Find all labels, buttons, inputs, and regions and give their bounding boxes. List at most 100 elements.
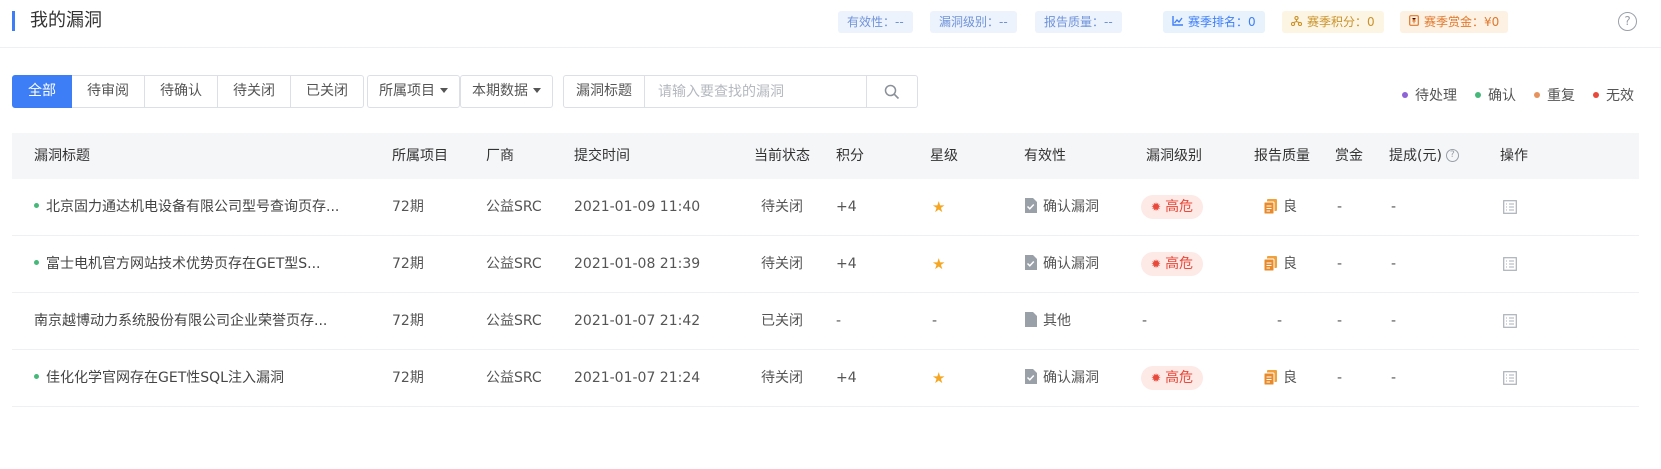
document-check-icon bbox=[1025, 368, 1037, 384]
quality-cell: - bbox=[1277, 313, 1283, 329]
commission-cell: - bbox=[1391, 313, 1397, 329]
vuln-title: 南京越博动力系统股份有限公司企业荣誉页存... bbox=[34, 313, 328, 329]
document-check-icon bbox=[1025, 254, 1037, 270]
vuln-title-cell[interactable]: 北京固力通达机电设备有限公司型号查询页存... bbox=[34, 179, 339, 236]
search-group: 漏洞标题 bbox=[563, 75, 918, 108]
status-cell: 已关闭 bbox=[761, 313, 803, 329]
period-dropdown[interactable]: 本期数据 bbox=[460, 75, 553, 108]
quality-text: 良 bbox=[1283, 370, 1297, 386]
legend-label: 重复 bbox=[1547, 88, 1575, 104]
document-check-icon bbox=[1025, 197, 1037, 213]
season-score-text: 赛季积分：0 bbox=[1307, 15, 1375, 29]
report-quality-icon bbox=[1264, 369, 1277, 385]
document-icon bbox=[1025, 311, 1037, 327]
purple-dot-icon bbox=[1402, 92, 1408, 98]
level-stat: 漏洞级别：-- bbox=[930, 11, 1017, 33]
legend-label: 待处理 bbox=[1415, 88, 1457, 104]
tab-pending-review[interactable]: 待审阅 bbox=[71, 75, 145, 108]
col-vendor: 厂商 bbox=[486, 148, 514, 164]
tab-all[interactable]: 全部 bbox=[12, 75, 72, 108]
project-cell: 72期 bbox=[392, 313, 424, 329]
report-quality-icon bbox=[1264, 198, 1277, 214]
title-accent-bar bbox=[12, 11, 15, 31]
score-cell: +4 bbox=[836, 370, 857, 386]
report-quality-icon bbox=[1264, 255, 1277, 271]
legend-invalid: 无效 bbox=[1593, 85, 1634, 105]
level-badge: ✹ 高危 bbox=[1141, 195, 1204, 219]
tab-pending-confirm[interactable]: 待确认 bbox=[144, 75, 218, 108]
validity-text: 其他 bbox=[1043, 313, 1071, 329]
table-row[interactable]: 南京越博动力系统股份有限公司企业荣誉页存... 72期 公益SRC 2021-0… bbox=[12, 293, 1639, 350]
project-cell: 72期 bbox=[392, 370, 424, 386]
level-cell: ✹ 高危 bbox=[1141, 236, 1204, 293]
network-icon bbox=[1290, 12, 1303, 34]
status-dot-icon bbox=[34, 373, 39, 379]
validity-cell: 其他 bbox=[1024, 293, 1071, 350]
details-button[interactable] bbox=[1503, 236, 1517, 293]
status-legend: 待处理 确认 重复 无效 bbox=[1384, 85, 1634, 105]
vendor-cell: 公益SRC bbox=[486, 199, 542, 215]
vuln-title-cell[interactable]: 富士电机官方网站技术优势页存在GET型S... bbox=[34, 236, 320, 293]
col-submit-time: 提交时间 bbox=[574, 148, 630, 164]
quality-stat: 报告质量：-- bbox=[1035, 11, 1122, 33]
help-icon[interactable]: ? bbox=[1618, 12, 1637, 31]
vendor-cell: 公益SRC bbox=[486, 313, 542, 329]
season-rank-text: 赛季排名：0 bbox=[1188, 15, 1256, 29]
table-row[interactable]: 富士电机官方网站技术优势页存在GET型S... 72期 公益SRC 2021-0… bbox=[12, 236, 1639, 293]
details-button[interactable] bbox=[1503, 350, 1517, 407]
period-dropdown-label: 本期数据 bbox=[472, 83, 528, 99]
chevron-down-icon bbox=[440, 87, 448, 93]
chart-icon bbox=[1172, 12, 1183, 34]
orange-dot-icon bbox=[1534, 92, 1540, 98]
bug-icon: ✹ bbox=[1151, 371, 1162, 385]
details-button[interactable] bbox=[1503, 179, 1517, 236]
status-dot-icon bbox=[34, 259, 39, 265]
season-rank-stat: 赛季排名：0 bbox=[1163, 11, 1265, 33]
col-validity: 有效性 bbox=[1024, 148, 1066, 164]
level-text: 高危 bbox=[1165, 199, 1194, 215]
quality-cell: 良 bbox=[1264, 350, 1297, 407]
validity-stat: 有效性：-- bbox=[838, 11, 913, 33]
search-button[interactable] bbox=[867, 75, 918, 108]
status-tabs: 全部 待审阅 待确认 待关闭 已关闭 bbox=[12, 75, 364, 108]
validity-cell: 确认漏洞 bbox=[1024, 179, 1099, 236]
help-icon[interactable]: ? bbox=[1445, 148, 1459, 162]
search-input[interactable] bbox=[645, 75, 867, 108]
details-button[interactable] bbox=[1503, 293, 1517, 350]
bug-icon: ✹ bbox=[1151, 257, 1162, 271]
chevron-down-icon bbox=[533, 87, 541, 93]
star-icon: ★ bbox=[932, 255, 946, 273]
project-dropdown[interactable]: 所属项目 bbox=[367, 75, 460, 108]
vuln-title-cell[interactable]: 南京越博动力系统股份有限公司企业荣誉页存... bbox=[34, 293, 327, 350]
vulnerability-table: 漏洞标题 所属项目 厂商 提交时间 当前状态 积分 星级 有效性 漏洞级别 报告… bbox=[12, 133, 1639, 407]
star-icon: ★ bbox=[932, 369, 946, 387]
green-dot-icon bbox=[1475, 92, 1481, 98]
season-bounty-stat: 赛季赏金：¥0 bbox=[1400, 11, 1509, 33]
tab-closed[interactable]: 已关闭 bbox=[290, 75, 364, 108]
validity-text: 确认漏洞 bbox=[1043, 199, 1099, 215]
red-dot-icon bbox=[1593, 92, 1599, 98]
tab-pending-close[interactable]: 待关闭 bbox=[217, 75, 291, 108]
status-cell: 待关闭 bbox=[761, 370, 803, 386]
legend-label: 无效 bbox=[1606, 88, 1634, 104]
level-cell: - bbox=[1142, 313, 1148, 329]
commission-cell: - bbox=[1391, 256, 1397, 272]
bounty-cell: - bbox=[1337, 199, 1343, 215]
level-cell: ✹ 高危 bbox=[1141, 179, 1204, 236]
table-row[interactable]: 北京固力通达机电设备有限公司型号查询页存... 72期 公益SRC 2021-0… bbox=[12, 179, 1639, 236]
table-row[interactable]: 佳化化学官网存在GET性SQL注入漏洞 72期 公益SRC 2021-01-07… bbox=[12, 350, 1639, 407]
search-field-select[interactable]: 漏洞标题 bbox=[563, 75, 645, 108]
time-cell: 2021-01-07 21:24 bbox=[574, 370, 701, 386]
quality-cell: 良 bbox=[1264, 236, 1297, 293]
level-badge: ✹ 高危 bbox=[1141, 366, 1204, 390]
vendor-cell: 公益SRC bbox=[486, 370, 542, 386]
score-cell: +4 bbox=[836, 256, 857, 272]
vuln-title-cell[interactable]: 佳化化学官网存在GET性SQL注入漏洞 bbox=[34, 350, 284, 407]
list-detail-icon bbox=[1503, 200, 1517, 214]
list-detail-icon bbox=[1503, 257, 1517, 271]
col-level: 漏洞级别 bbox=[1146, 148, 1202, 164]
search-icon bbox=[884, 84, 900, 100]
col-project: 所属项目 bbox=[392, 148, 448, 164]
quality-text: 良 bbox=[1283, 199, 1297, 215]
status-dot-icon bbox=[34, 202, 39, 208]
